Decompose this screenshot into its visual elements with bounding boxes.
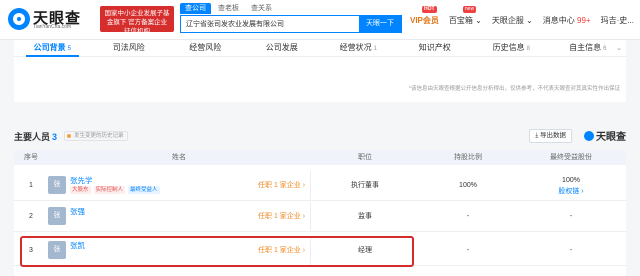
row-index: 1 bbox=[29, 182, 33, 189]
search-tab-boss[interactable]: 查老板 bbox=[213, 3, 244, 14]
baibao-label: 百宝箱 bbox=[448, 16, 473, 25]
company-tabs-card: 公司背景 5 司法风险 经营风险 公司发展 经营状况 1 知识产权 历史信息 8 自主… bbox=[14, 40, 626, 102]
company-tabs: 公司背景 5 司法风险 经营风险 公司发展 经营状况 1 知识产权 历史信息 8 自主… bbox=[14, 40, 626, 57]
tab-count: 5 bbox=[67, 46, 71, 52]
tab-company-development[interactable]: 公司发展 bbox=[244, 40, 321, 56]
table-row: 1 张 张先学 大股东 实际控制人 最终受益人 任职 1 家企业 › 执行董事 … bbox=[14, 171, 626, 201]
new-badge: new bbox=[462, 6, 477, 13]
tab-label: 经营状况 bbox=[339, 43, 372, 52]
equity-value: 100% bbox=[562, 177, 580, 184]
tianyancha-logo[interactable]: 天眼查 TianYanCha.com bbox=[8, 7, 94, 33]
enterprise-service-link[interactable]: 天眼企服 ⌄ bbox=[492, 15, 533, 26]
office-count-link[interactable]: 任职 1 家企业 › bbox=[258, 171, 305, 201]
tab-company-background[interactable]: 公司背景 5 bbox=[14, 40, 91, 57]
equity-cell: - bbox=[569, 213, 573, 220]
tab-count: 1 bbox=[373, 46, 377, 52]
section-title-text: 主要人员 bbox=[14, 132, 51, 142]
gov-badge: 国家中小企业发展子基金旗下 官方备案企业征信机构 bbox=[100, 6, 174, 35]
logo-subtext: TianYanCha.com bbox=[33, 24, 72, 30]
user-name: 玛吉·史... bbox=[600, 16, 634, 25]
search-box: 天眼一下 bbox=[180, 15, 402, 33]
avatar[interactable]: 张 bbox=[48, 207, 66, 225]
chevron-down-icon: ⌄ bbox=[526, 16, 533, 25]
column-header: 持股比例 bbox=[454, 154, 482, 161]
search-tab-company[interactable]: 查公司 bbox=[180, 3, 211, 14]
search-area: 查公司 查老板 查关系 天眼一下 bbox=[180, 3, 402, 37]
tab-operating-status[interactable]: 经营状况 1 bbox=[320, 40, 397, 56]
highlight-box bbox=[20, 236, 414, 267]
table-row: 2 张 张强 任职 1 家企业 › 监事 - - bbox=[14, 202, 626, 232]
search-tabs: 查公司 查老板 查关系 bbox=[180, 3, 277, 15]
table-header: 序号 姓名 职位 持股比例 最终受益股份 bbox=[14, 150, 626, 165]
position-cell: 执行董事 bbox=[351, 182, 379, 189]
person-name-link[interactable]: 张强 bbox=[70, 206, 85, 217]
equity-chain-link[interactable]: 股权链 › bbox=[516, 186, 626, 197]
section-count: 3 bbox=[52, 132, 58, 142]
eye-logo-icon bbox=[8, 8, 30, 30]
enterprise-label: 天眼企服 bbox=[491, 16, 524, 25]
tab-count: 8 bbox=[526, 46, 530, 52]
data-disclaimer: *该信息由天眼查根据公开信息分析得出，仅供参考，不代表天眼查对其真实性作出保证 bbox=[408, 86, 620, 92]
tab-history-info[interactable]: 历史信息 8 bbox=[473, 40, 550, 56]
column-header: 职位 bbox=[358, 154, 372, 161]
search-button[interactable]: 天眼一下 bbox=[359, 16, 401, 32]
tab-label: 司法风险 bbox=[112, 43, 145, 52]
tab-intellectual-property[interactable]: 知识产权 bbox=[397, 40, 474, 56]
messages-label: 消息中心 bbox=[542, 16, 575, 25]
column-header: 序号 bbox=[24, 154, 38, 161]
export-data-button[interactable]: ⤓ 导出数据 bbox=[529, 129, 572, 143]
message-count-badge: 99+ bbox=[577, 16, 591, 25]
column-header: 姓名 bbox=[172, 154, 186, 161]
row-index: 2 bbox=[29, 213, 33, 220]
tag-major-shareholder: 大股东 bbox=[70, 186, 91, 194]
vip-label: VIP会员 bbox=[410, 16, 439, 25]
personnel-table: 序号 姓名 职位 持股比例 最终受益股份 1 张 张先学 大股东 实际控制人 最… bbox=[14, 150, 626, 276]
position-cell: 监事 bbox=[358, 213, 372, 220]
tab-label: 公司发展 bbox=[265, 43, 298, 52]
tag-actual-controller: 实际控制人 bbox=[93, 186, 126, 194]
column-header: 最终受益股份 bbox=[550, 154, 592, 161]
section-title: 主要人员 3 bbox=[14, 130, 57, 143]
top-nav: VIP会员 HOT 百宝箱 ⌄ new 天眼企服 ⌄ 消息中心 99+ 玛吉·史… bbox=[410, 6, 640, 26]
message-center-link[interactable]: 消息中心 99+ bbox=[543, 15, 591, 26]
tab-label: 经营风险 bbox=[189, 43, 222, 52]
search-input[interactable] bbox=[181, 16, 359, 32]
person-tags: 大股东 实际控制人 最终受益人 bbox=[70, 186, 160, 194]
tab-count: 6 bbox=[603, 46, 607, 52]
avatar[interactable]: 张 bbox=[48, 176, 66, 194]
tab-judicial-risk[interactable]: 司法风险 bbox=[91, 40, 168, 56]
tab-label: 公司背景 bbox=[33, 43, 66, 52]
equity-cell: - bbox=[569, 247, 573, 254]
tag-beneficiary: 最终受益人 bbox=[128, 186, 160, 194]
share-ratio-cell: - bbox=[466, 213, 470, 220]
tab-label: 知识产权 bbox=[418, 43, 451, 52]
chevron-down-icon[interactable]: ⌄ bbox=[616, 44, 622, 52]
main-personnel-header: 主要人员 3 发生变更的历史记录 ⤓ 导出数据 天眼查 bbox=[14, 128, 626, 146]
export-label: 导出数据 bbox=[540, 132, 566, 139]
vip-link[interactable]: VIP会员 HOT bbox=[410, 6, 439, 26]
tab-operating-risk[interactable]: 经营风险 bbox=[167, 40, 244, 56]
user-menu[interactable]: 玛吉·史... bbox=[601, 15, 634, 26]
brand-watermark: 天眼查 bbox=[584, 128, 626, 143]
search-tab-relation[interactable]: 查关系 bbox=[246, 3, 277, 14]
tab-label: 历史信息 bbox=[492, 43, 525, 52]
tab-label: 自主信息 bbox=[569, 43, 602, 52]
share-ratio-cell: 100% bbox=[459, 182, 477, 189]
equity-cell: 100% 股权链 › bbox=[516, 171, 626, 201]
office-count-link[interactable]: 任职 1 家企业 › bbox=[258, 202, 305, 232]
person-name-link[interactable]: 张先学 bbox=[70, 175, 93, 186]
tab-self-info[interactable]: 自主信息 6 bbox=[550, 40, 627, 56]
share-ratio-cell: - bbox=[466, 247, 470, 254]
chevron-down-icon: ⌄ bbox=[475, 16, 482, 25]
baibao-link[interactable]: 百宝箱 ⌄ new bbox=[448, 6, 482, 26]
top-header: 天眼查 TianYanCha.com 国家中小企业发展子基金旗下 官方备案企业征… bbox=[0, 0, 640, 40]
history-record-tag[interactable]: 发生变更的历史记录 bbox=[64, 131, 128, 141]
hot-badge: HOT bbox=[422, 6, 437, 13]
